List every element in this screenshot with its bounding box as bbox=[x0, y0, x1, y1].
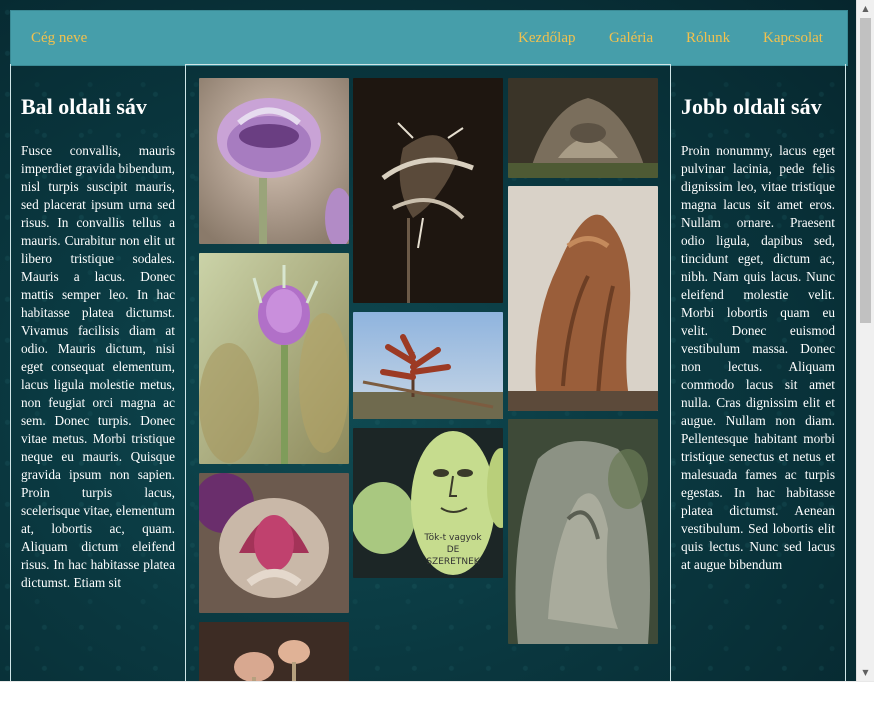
vertical-scrollbar[interactable]: ▲ ▼ bbox=[856, 0, 874, 681]
svg-text:DE: DE bbox=[447, 545, 460, 555]
nav-item-contact[interactable]: Kapcsolat bbox=[763, 11, 823, 65]
photo-milkweed-seed-pod[interactable] bbox=[353, 78, 503, 303]
photo-purple-pasque-flower-bud[interactable] bbox=[199, 253, 349, 464]
svg-text:SZERETNEK: SZERETNEK bbox=[426, 557, 480, 567]
photo-purple-pasque-flower-closeup[interactable] bbox=[199, 78, 349, 244]
nav-item-home[interactable]: Kezdőlap bbox=[518, 11, 575, 65]
photo-red-pasque-flower-open[interactable] bbox=[199, 473, 349, 613]
photo-mossy-tree-stump[interactable] bbox=[508, 78, 658, 178]
photo-carved-melon-face[interactable]: Tök-t vagyok DE SZERETNEK bbox=[353, 428, 503, 578]
scroll-up-icon[interactable]: ▲ bbox=[857, 0, 874, 17]
scroll-down-icon[interactable]: ▼ bbox=[857, 664, 874, 681]
window-bottom-strip bbox=[0, 681, 874, 707]
photo-pasque-flower-buds[interactable] bbox=[199, 622, 349, 681]
left-sidebar-text: Fusce convallis, mauris imperdiet gravid… bbox=[21, 143, 175, 590]
right-sidebar-title: Jobb oldali sáv bbox=[681, 94, 822, 119]
brand-link[interactable]: Cég neve bbox=[31, 11, 87, 65]
photo-brown-bark-fungus[interactable] bbox=[508, 186, 658, 411]
nav-item-about[interactable]: Rólunk bbox=[686, 11, 730, 65]
page-viewport: Cég neve Kezdőlap Galéria Rólunk Kapcsol… bbox=[0, 0, 856, 681]
right-sidebar-text: Proin nonummy, lacus eget pulvinar lacin… bbox=[681, 143, 835, 572]
navbar: Cég neve Kezdőlap Galéria Rólunk Kapcsol… bbox=[10, 10, 848, 66]
right-sidebar: Jobb oldali sáv Proin nonummy, lacus ege… bbox=[670, 64, 846, 681]
left-sidebar-title: Bal oldali sáv bbox=[21, 94, 147, 119]
nav-item-gallery[interactable]: Galéria bbox=[609, 11, 653, 65]
photo-gallery: Tök-t vagyok DE SZERETNEK bbox=[186, 64, 670, 681]
photo-gnarled-tree-trunk[interactable] bbox=[508, 419, 658, 644]
left-sidebar: Bal oldali sáv Fusce convallis, mauris i… bbox=[10, 64, 186, 681]
scroll-thumb[interactable] bbox=[860, 18, 871, 323]
svg-text:Tök-t vagyok: Tök-t vagyok bbox=[423, 533, 482, 543]
photo-red-spring-shoots[interactable] bbox=[353, 312, 503, 419]
